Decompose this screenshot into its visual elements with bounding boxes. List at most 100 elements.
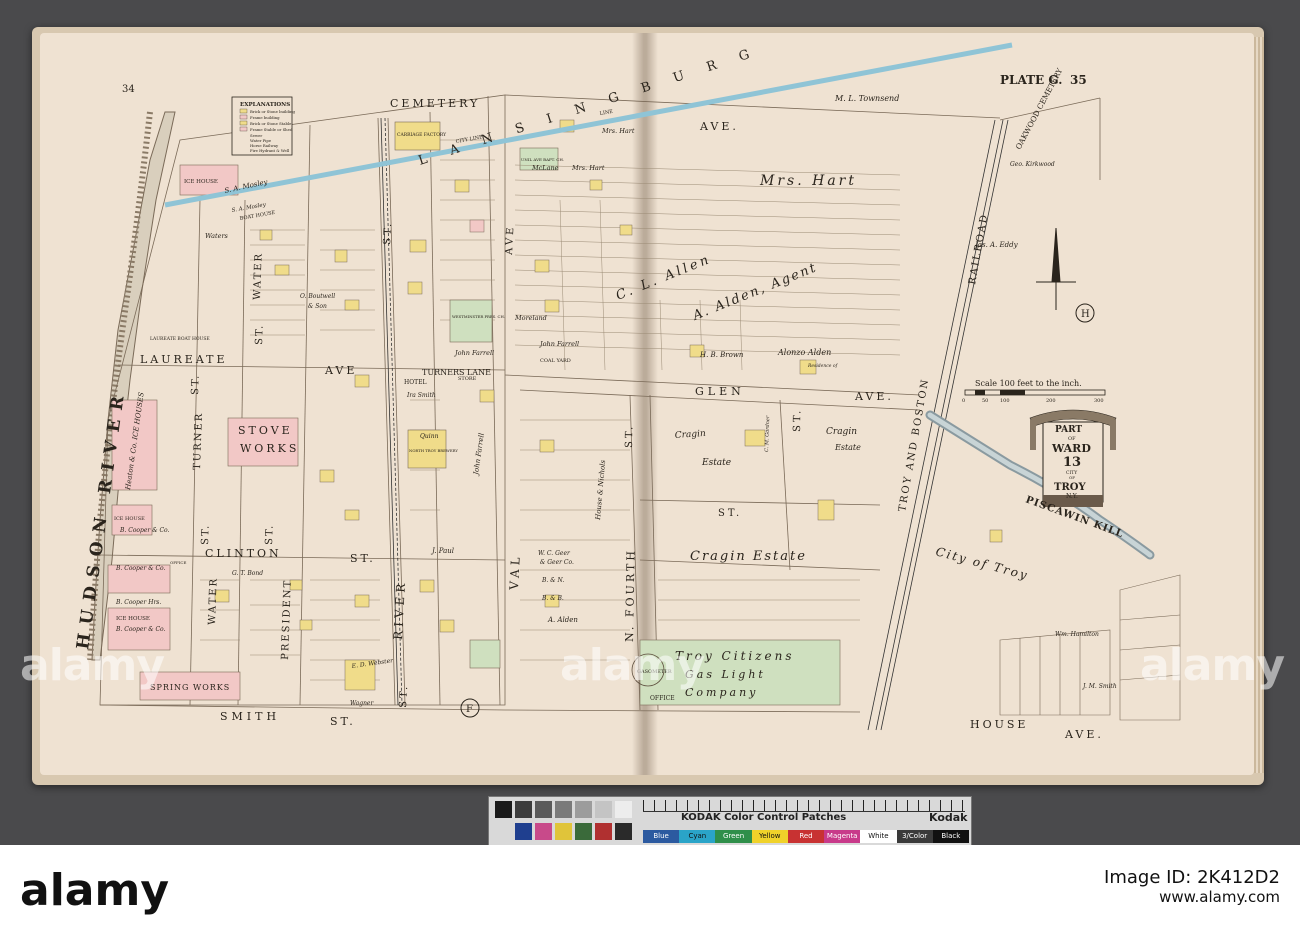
patch-name-label: White	[860, 830, 897, 843]
gray-patch	[555, 801, 572, 818]
president-st-label: ST.	[264, 523, 276, 545]
j-paul-label: J. Paul	[430, 547, 454, 555]
section-marker-f: F	[466, 704, 473, 715]
ice-house-label: ICE HOUSE	[116, 616, 150, 622]
cartouche-ward: WARD	[1051, 442, 1091, 455]
cragin-label: Cragin	[826, 427, 857, 437]
stove-label: STOVE	[238, 424, 293, 437]
moreland-label: Moreland	[514, 314, 547, 322]
n-fourth-st-label: N. FOURTH	[623, 548, 638, 642]
kodak-logo: Kodak	[929, 811, 968, 824]
scale-tick: 0	[962, 398, 965, 404]
scale-tick: 100	[1000, 398, 1010, 404]
alonzo-alden-label: Alonzo Alden	[777, 348, 831, 357]
laureate-label: LAUREATE	[140, 353, 228, 366]
north-troy-brewery-label: NORTH TROY BREWERY	[409, 448, 458, 453]
line-label: LINE	[599, 109, 614, 117]
patch-name-label: Cyan	[679, 830, 716, 843]
city-of-troy-label: City of Troy	[934, 544, 1030, 582]
color-patch	[595, 823, 612, 840]
color-patch	[535, 823, 552, 840]
gray-patch	[575, 801, 592, 818]
kodak-color-strip: KODAK Color Control Patches Kodak Blue Cy…	[488, 796, 972, 846]
ward-map: 34 PLATE G. 35 EXPLANATIONS Brick or Sto…	[73, 42, 1181, 741]
color-patch	[555, 823, 572, 840]
mclane-label: McLane	[531, 164, 559, 172]
gardner-label: C. M. Gardner	[764, 415, 771, 452]
turners-lane-label: TURNERS LANE	[422, 368, 491, 377]
coal-yard-label: COAL YARD	[540, 358, 571, 364]
glen-ave-label: AVE.	[854, 390, 894, 403]
turner-st-label: TURNER	[192, 412, 205, 471]
water-st-label: ST.	[254, 323, 266, 345]
val-ave-label: VAL	[507, 553, 523, 591]
clinton-st-label: ST.	[350, 552, 376, 565]
geer-co-label: & Geer Co.	[540, 559, 574, 566]
ice-house-label: ICE HOUSE	[114, 516, 145, 522]
legend-item: Brick or Stone building	[250, 109, 295, 114]
scale-tick: 200	[1046, 398, 1056, 404]
o-boutwell-label: O. Boutwell	[300, 293, 335, 300]
house-nichols-label: House & Nichols	[594, 459, 607, 521]
right-page-number: 35	[1070, 73, 1087, 87]
alamy-logo: alamy	[20, 865, 169, 916]
b-cooper-label: B. Cooper & Co.	[115, 626, 166, 633]
troy-and-boston-label: TROY AND BOSTON	[897, 377, 931, 512]
wc-geer-label: W. C. Geer	[538, 550, 571, 557]
scale-tick: 300	[1094, 398, 1104, 404]
color-patch	[575, 823, 592, 840]
watermark-overlay: alamy	[20, 640, 165, 691]
westminster-church-building	[449, 299, 493, 343]
legend-item: Fire Hydrant & Well	[250, 148, 290, 153]
gray-patch	[615, 801, 632, 818]
laureate-boat-house-label: LAUREATE BOAT HOUSE	[150, 336, 210, 342]
patch-name-label: Magenta	[824, 830, 861, 843]
patch-name-label: Blue	[643, 830, 680, 843]
carriage-factory-label: CARRIAGE FACTORY	[397, 132, 447, 138]
watermark-overlay: alamy	[560, 640, 705, 691]
b-cooper-label: B. Cooper & Co.	[119, 527, 170, 534]
cartouche-ny: N.Y.	[1066, 493, 1078, 500]
patch-name-row: Blue Cyan Green Yellow Red Magenta White 3/Colo…	[643, 830, 969, 843]
scale-caption: Scale 100 feet to the inch.	[975, 379, 1082, 388]
scale-bar-graphic	[964, 389, 1106, 396]
john-farrell-label: John Farrell	[538, 340, 579, 348]
cl-allen-label: C. L. Allen	[614, 252, 714, 304]
clinton-st-label: CLINTON	[205, 547, 282, 560]
cartouche-part: PART	[1055, 425, 1082, 435]
patch-name-label: Green	[715, 830, 752, 843]
cragin-estate-label: Cragin Estate	[690, 549, 807, 564]
val-ave-label: AVE	[504, 224, 517, 256]
mrs-hart-small: Mrs. Hart	[571, 164, 605, 172]
bapt-church-label: UNIL AVE BAPT. CH.	[521, 157, 564, 162]
legend-item: Frame Stable or Shed	[250, 127, 293, 132]
estate-label: Estate	[701, 458, 731, 468]
water-st-label: ST.	[200, 523, 212, 545]
and-son-label: & Son	[308, 303, 327, 310]
office-label: OFFICE	[650, 695, 675, 702]
mrs-hart-small: Mrs. Hart	[601, 127, 635, 135]
kirkwood-label: Geo. Kirkwood	[1010, 161, 1055, 168]
mech-building	[469, 639, 501, 669]
legend-title: EXPLANATIONS	[240, 102, 290, 108]
store-label: STORE	[458, 376, 477, 382]
john-farrell-vertical: John Farrell	[472, 432, 486, 477]
waters-label: Waters	[205, 232, 229, 240]
gray-patch	[495, 801, 512, 818]
image-id: Image ID: 2K412D2	[1104, 867, 1280, 888]
river-st-label: ST.	[382, 220, 394, 245]
left-page-number: 34	[122, 84, 135, 95]
smith-st-label: SMITH	[220, 710, 280, 723]
color-patch	[515, 823, 532, 840]
patch-name-label: Yellow	[751, 830, 788, 843]
river-st-label: RIVER	[391, 579, 408, 640]
ml-townsend-label: M. L. Townsend	[834, 94, 899, 103]
centimeter-ruler	[643, 800, 965, 812]
a-alden-label: A. Alden	[547, 616, 578, 624]
quinn-label: Quinn	[420, 433, 439, 440]
ice-house-label: ICE HOUSE	[184, 179, 218, 185]
gs-bond-label: G. T. Bond	[232, 570, 263, 577]
watermark-url: www.alamy.com	[1159, 888, 1280, 906]
glen-label: GLEN	[695, 385, 745, 398]
bn-label: B. & N.	[541, 577, 564, 584]
